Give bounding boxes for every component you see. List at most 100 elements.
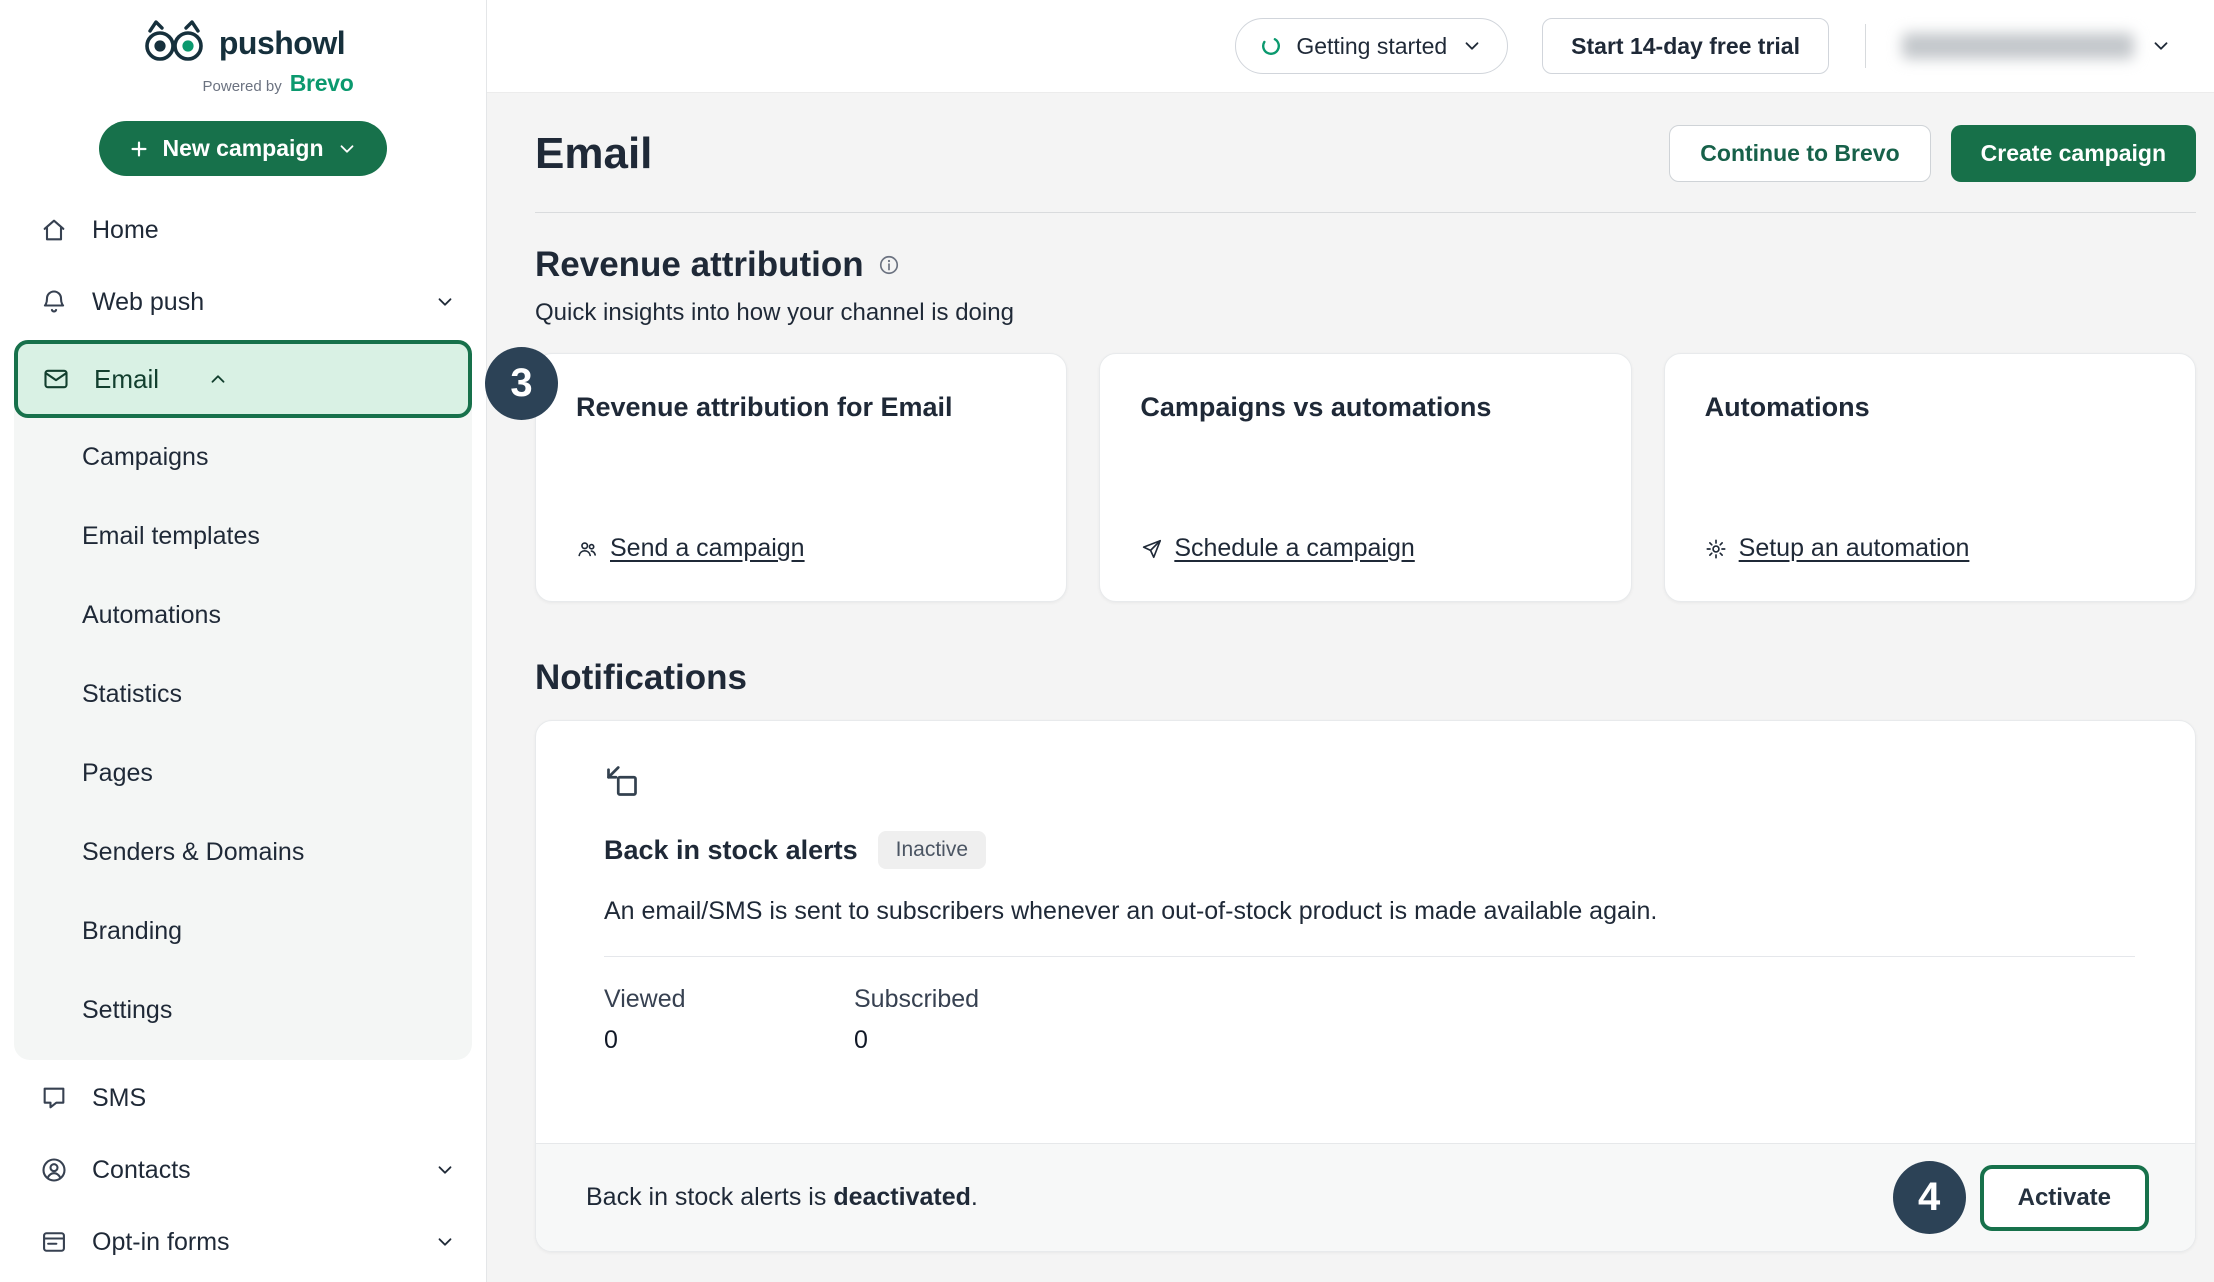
sidebar: pushowl Powered by Brevo New campaign Ho… <box>0 0 487 1282</box>
status-badge-inactive: Inactive <box>878 831 986 869</box>
sidebar-item-sms[interactable]: SMS <box>0 1062 486 1134</box>
pushowl-logo: pushowl Powered by Brevo <box>0 18 486 107</box>
gear-icon <box>1705 538 1727 560</box>
tutorial-step-3-badge: 3 <box>485 347 558 420</box>
revenue-title-row: Revenue attribution <box>535 245 2196 285</box>
activate-button[interactable]: Activate <box>1980 1165 2149 1231</box>
tutorial-step-4-badge: 4 <box>1893 1161 1966 1234</box>
alert-title: Back in stock alerts <box>604 835 858 866</box>
subitem-label: Campaigns <box>82 443 208 472</box>
stat-label: Subscribed <box>854 985 1104 1014</box>
sidebar-subitem-automations[interactable]: Automations <box>14 576 472 655</box>
sidebar-subitem-campaigns[interactable]: Campaigns <box>14 418 472 497</box>
sidebar-item-label: Contacts <box>92 1156 191 1185</box>
new-campaign-button[interactable]: New campaign <box>99 121 387 176</box>
schedule-a-campaign-link[interactable]: Schedule a campaign <box>1140 534 1590 563</box>
revenue-attribution-section: Revenue attribution Quick insights into … <box>535 245 2196 602</box>
plus-icon <box>128 138 150 160</box>
card-title: Revenue attribution for Email <box>576 392 1026 423</box>
paper-plane-icon <box>1140 538 1162 560</box>
footer-actions: 4 Activate <box>1893 1161 2149 1234</box>
account-name-redacted <box>1902 33 2134 59</box>
bell-icon <box>40 288 68 316</box>
content: Email Continue to Brevo Create campaign … <box>487 93 2214 1282</box>
card-title: Campaigns vs automations <box>1140 392 1590 423</box>
subitem-label: Branding <box>82 917 182 946</box>
topbar-divider <box>1865 24 1866 68</box>
back-in-stock-body: Back in stock alerts Inactive An email/S… <box>536 721 2195 1143</box>
sidebar-item-label: Opt-in forms <box>92 1228 230 1257</box>
form-icon <box>40 1228 68 1256</box>
subitem-label: Senders & Domains <box>82 838 304 867</box>
account-menu[interactable] <box>1902 33 2172 59</box>
create-campaign-button[interactable]: Create campaign <box>1951 125 2196 182</box>
chevron-down-icon <box>434 1159 456 1181</box>
sidebar-subitem-pages[interactable]: Pages <box>14 734 472 813</box>
owl-logo-icon <box>141 18 207 68</box>
stat-subscribed: Subscribed 0 <box>854 985 1104 1055</box>
stat-value: 0 <box>604 1026 854 1055</box>
home-icon <box>40 216 68 244</box>
sidebar-item-email-active[interactable]: Email <box>14 340 472 418</box>
sidebar-item-home[interactable]: Home <box>0 194 486 266</box>
sidebar-item-contacts[interactable]: Contacts <box>0 1134 486 1206</box>
sidebar-item-label: SMS <box>92 1084 146 1113</box>
card-link-label: Setup an automation <box>1739 534 1970 563</box>
box-restock-icon <box>604 763 640 799</box>
sidebar-subitem-settings[interactable]: Settings <box>14 971 472 1050</box>
chat-bubble-icon <box>40 1084 68 1112</box>
notifications-section-title: Notifications <box>535 658 2196 698</box>
setup-an-automation-link[interactable]: Setup an automation <box>1705 534 2155 563</box>
header-divider <box>535 212 2196 213</box>
envelope-icon <box>42 365 70 393</box>
revenue-section-title: Revenue attribution <box>535 245 864 285</box>
info-icon[interactable] <box>878 254 900 276</box>
sidebar-subitem-email-templates[interactable]: Email templates <box>14 497 472 576</box>
page-title: Email <box>535 129 652 179</box>
page-header: Email Continue to Brevo Create campaign <box>535 93 2196 212</box>
stat-viewed: Viewed 0 <box>604 985 854 1055</box>
card-title: Automations <box>1705 392 2155 423</box>
subitem-label: Email templates <box>82 522 260 551</box>
free-trial-button[interactable]: Start 14-day free trial <box>1542 18 1829 74</box>
send-a-campaign-link[interactable]: Send a campaign <box>576 534 1026 563</box>
alert-stats: Viewed 0 Subscribed 0 <box>604 957 2135 1055</box>
revenue-section-subtitle: Quick insights into how your channel is … <box>535 299 2196 327</box>
subitem-label: Settings <box>82 996 172 1025</box>
alert-description: An email/SMS is sent to subscribers when… <box>604 897 2135 926</box>
sidebar-subitem-branding[interactable]: Branding <box>14 892 472 971</box>
footer-text-bold: deactivated <box>833 1183 971 1211</box>
sidebar-nav: Home Web push Email Campaigns Email temp… <box>0 194 486 1278</box>
sidebar-subitem-statistics[interactable]: Statistics <box>14 655 472 734</box>
card-campaigns-vs-automations: Campaigns vs automations Schedule a camp… <box>1099 353 1631 602</box>
sidebar-item-web-push[interactable]: Web push <box>0 266 486 338</box>
alert-title-row: Back in stock alerts Inactive <box>604 831 2135 869</box>
subitem-label: Statistics <box>82 680 182 709</box>
getting-started-label: Getting started <box>1296 33 1447 60</box>
getting-started-button[interactable]: Getting started <box>1235 18 1508 74</box>
card-automations: Automations Setup an automation <box>1664 353 2196 602</box>
chevron-down-icon <box>434 291 456 313</box>
subitem-label: Pages <box>82 759 153 788</box>
sidebar-item-label: Home <box>92 216 159 245</box>
people-icon <box>576 538 598 560</box>
brand-name: pushowl <box>219 25 345 62</box>
footer-text-prefix: Back in stock alerts is <box>586 1183 833 1211</box>
stat-value: 0 <box>854 1026 1104 1055</box>
sidebar-subitem-senders-domains[interactable]: Senders & Domains <box>14 813 472 892</box>
header-actions: Continue to Brevo Create campaign <box>1669 125 2196 182</box>
brevo-wordmark: Brevo <box>290 70 354 97</box>
card-revenue-attribution-email: Revenue attribution for Email Send a cam… <box>535 353 1067 602</box>
sidebar-item-opt-in-forms[interactable]: Opt-in forms <box>0 1206 486 1278</box>
powered-by-label: Powered by <box>203 78 282 95</box>
card-link-label: Send a campaign <box>610 534 805 563</box>
progress-ring-icon <box>1260 35 1282 57</box>
notifications-section: Notifications Back in stock alerts Inact… <box>535 658 2196 1252</box>
topbar: Getting started Start 14-day free trial <box>487 0 2214 93</box>
sidebar-item-label: Web push <box>92 288 204 317</box>
app-window: pushowl Powered by Brevo New campaign Ho… <box>0 0 2214 1282</box>
card-link-label: Schedule a campaign <box>1174 534 1414 563</box>
continue-to-brevo-button[interactable]: Continue to Brevo <box>1669 125 1930 182</box>
person-circle-icon <box>40 1156 68 1184</box>
alert-footer-text: Back in stock alerts is deactivated. <box>586 1183 978 1212</box>
